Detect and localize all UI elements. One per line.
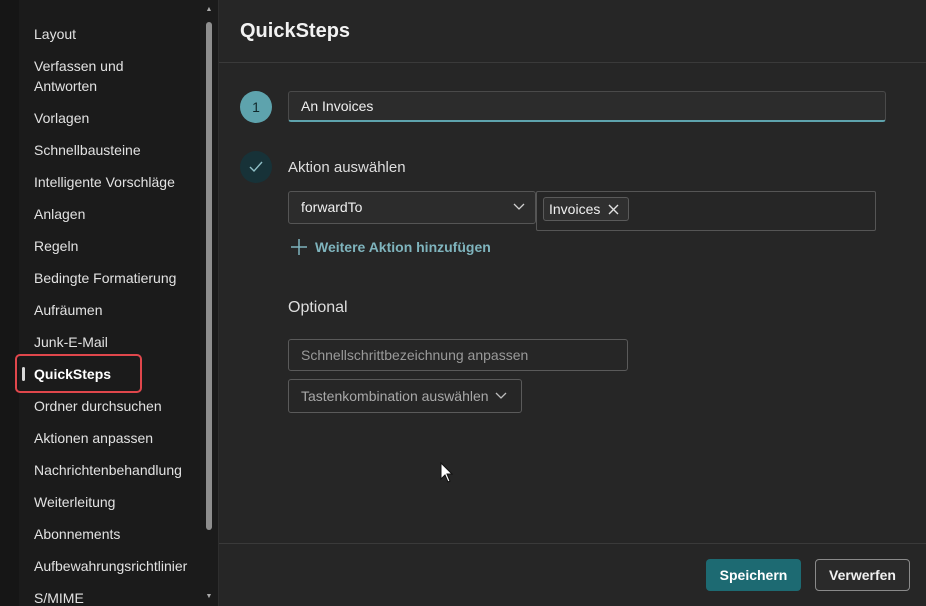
- sidebar-item-verfassen-line1[interactable]: Verfassen und: [34, 56, 204, 76]
- sidebar-item-vorlagen[interactable]: Vorlagen: [34, 108, 204, 128]
- sidebar-item-smime[interactable]: S/MIME: [34, 588, 204, 606]
- step-complete-badge: [240, 151, 272, 183]
- action-type-value: forwardTo: [301, 199, 363, 215]
- quicksteps-panel: QuickSteps 1 An Invoices Aktion auswähle…: [219, 0, 926, 606]
- sidebar-item-layout[interactable]: Layout: [34, 24, 204, 44]
- sidebar-item-schnellbausteine[interactable]: Schnellbausteine: [34, 140, 204, 160]
- sidebar-item-intelligente-vorschlaege[interactable]: Intelligente Vorschläge: [34, 172, 204, 192]
- check-icon: [249, 161, 263, 173]
- close-icon[interactable]: [608, 204, 619, 215]
- scroll-down-arrow-icon[interactable]: ▼: [205, 593, 213, 601]
- scroll-up-arrow-icon[interactable]: ▲: [205, 6, 213, 14]
- discard-button[interactable]: Verwerfen: [815, 559, 910, 591]
- sidebar-item-regeln[interactable]: Regeln: [34, 236, 204, 256]
- mouse-pointer-icon: [440, 462, 454, 483]
- shortcut-select-label: Tastenkombination auswählen: [301, 388, 489, 404]
- page-title: QuickSteps: [240, 20, 351, 42]
- sidebar-item-bedingte-formatierung[interactable]: Bedingte Formatierung: [34, 268, 204, 288]
- sidebar-item-junk-email[interactable]: Junk-E-Mail: [34, 332, 204, 352]
- recipient-input[interactable]: Invoices: [536, 191, 876, 231]
- settings-window: Layout Verfassen und Antworten Vorlagen …: [0, 0, 926, 606]
- step-number-badge: 1: [240, 91, 272, 123]
- action-section-label: Aktion auswählen: [288, 159, 406, 176]
- sidebar-item-weiterleitung[interactable]: Weiterleitung: [34, 492, 204, 512]
- recipient-chip-label: Invoices: [549, 201, 601, 217]
- save-button[interactable]: Speichern: [706, 559, 801, 591]
- sidebar-item-aktionen-anpassen[interactable]: Aktionen anpassen: [34, 428, 204, 448]
- custom-name-input[interactable]: Schnellschrittbezeichnung anpassen: [288, 339, 628, 371]
- sidebar-item-ordner-durchsuchen[interactable]: Ordner durchsuchen: [34, 396, 204, 416]
- settings-sidebar: Layout Verfassen und Antworten Vorlagen …: [0, 0, 219, 606]
- action-type-select[interactable]: forwardTo: [288, 191, 536, 224]
- sidebar-item-aufraeumen[interactable]: Aufräumen: [34, 300, 204, 320]
- sidebar-item-abonnements[interactable]: Abonnements: [34, 524, 204, 544]
- header-divider: [219, 62, 926, 63]
- optional-section-label: Optional: [288, 299, 348, 316]
- sidebar-scrollbar-thumb[interactable]: [206, 22, 212, 530]
- recipient-chip[interactable]: Invoices: [543, 197, 630, 221]
- chevron-down-icon: [495, 392, 507, 399]
- highlight-annotation-box: [15, 354, 142, 393]
- add-action-label: Weitere Aktion hinzufügen: [315, 239, 491, 255]
- sidebar-item-anlagen[interactable]: Anlagen: [34, 204, 204, 224]
- plus-icon: [291, 239, 307, 255]
- footer-divider: [219, 543, 926, 544]
- chevron-down-icon: [513, 203, 525, 210]
- sidebar-item-verfassen-line2[interactable]: Antworten: [34, 76, 204, 96]
- sidebar-gutter: [0, 0, 19, 606]
- shortcut-select[interactable]: Tastenkombination auswählen: [288, 379, 522, 413]
- sidebar-item-aufbewahrungsrichtlinien[interactable]: Aufbewahrungsrichtlinier: [34, 556, 204, 576]
- sidebar-item-nachrichtenbehandlung[interactable]: Nachrichtenbehandlung: [34, 460, 204, 480]
- quickstep-name-input[interactable]: An Invoices: [288, 91, 886, 122]
